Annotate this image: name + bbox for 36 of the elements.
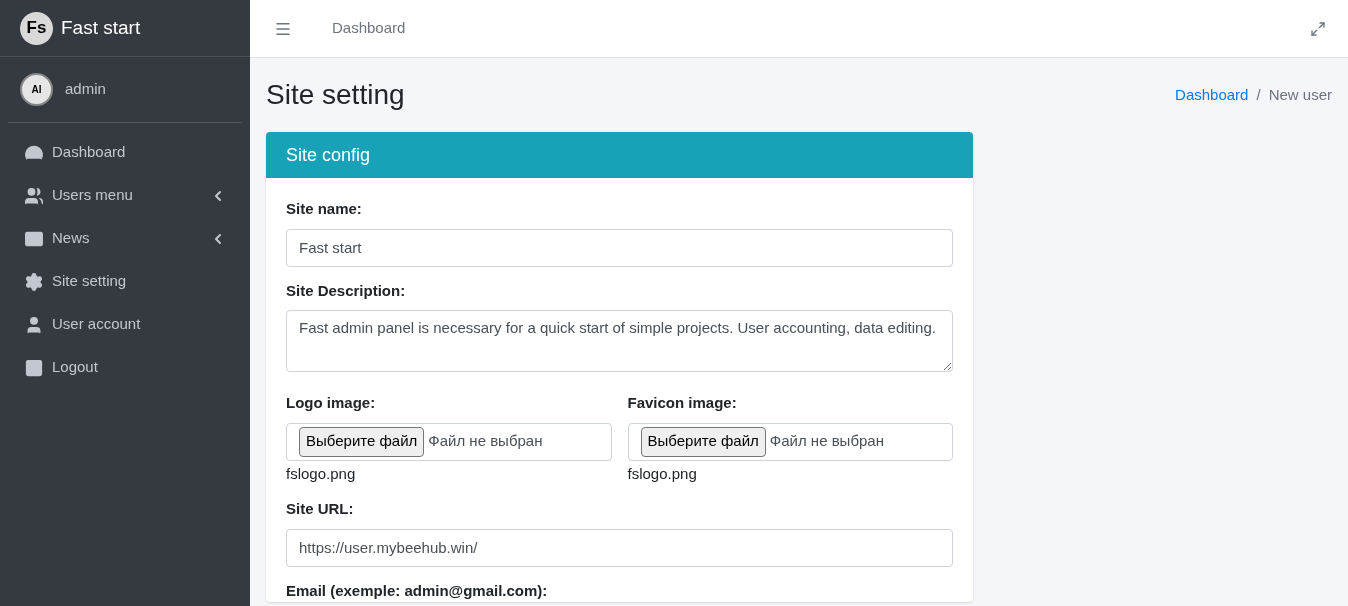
nav-link[interactable]: Dashboard <box>332 17 406 40</box>
sidebar-item[interactable]: Site setting <box>8 260 242 303</box>
page-title: Site setting <box>266 78 405 112</box>
brand-logo: Fs <box>20 11 53 45</box>
current-file-name: fslogo.png <box>286 463 356 484</box>
card-header: Site config <box>266 132 973 178</box>
user-name[interactable]: admin <box>65 78 106 101</box>
current-file-name: fslogo.png <box>627 463 697 484</box>
file-status: Файл не выбран <box>428 431 543 452</box>
choose-file-button[interactable]: Выберите файл <box>299 426 425 457</box>
user-avatar: AI <box>20 73 53 106</box>
sidebar-item[interactable]: Logout <box>8 346 242 389</box>
field-label: Site name: <box>286 199 362 219</box>
textarea-field[interactable]: Fast admin panel is necessary for a quick start of simple projects. User accounting, data editing. <box>286 310 953 372</box>
field-label: Logo image: <box>286 393 376 413</box>
input-field[interactable]: https://user.mybeehub.win/ <box>286 528 953 567</box>
breadcrumb-link[interactable]: Dashboard <box>1175 83 1249 107</box>
field-label: Site URL: <box>286 499 354 519</box>
input-field[interactable]: Fast start <box>286 228 953 267</box>
breadcrumb-separator: / <box>1256 84 1261 105</box>
file-input[interactable]: Выберите файл Файл не выбран <box>286 422 612 461</box>
sidebar-item[interactable]: Dashboard <box>8 131 242 174</box>
users-icon <box>24 185 44 206</box>
file-status: Файл не выбран <box>769 431 884 452</box>
choose-file-button[interactable]: Выберите файл <box>640 426 766 457</box>
field-label: Site Description: <box>286 280 406 301</box>
field-label: Email (exemple: admin@gmail.com): <box>286 580 548 601</box>
file-input[interactable]: Выберите файл Файл не выбран <box>627 422 953 461</box>
fullscreen-icon[interactable] <box>1310 20 1326 37</box>
breadcrumb-current: New user <box>1268 84 1332 105</box>
sidebar-item[interactable]: News <box>8 217 242 260</box>
sidebar-item[interactable]: User account <box>8 303 242 346</box>
brand-name[interactable]: Fast start <box>61 13 141 43</box>
sidebar-item[interactable]: Users menu <box>8 174 242 217</box>
field-label: Favicon image: <box>627 393 737 413</box>
gear-icon <box>24 271 44 292</box>
